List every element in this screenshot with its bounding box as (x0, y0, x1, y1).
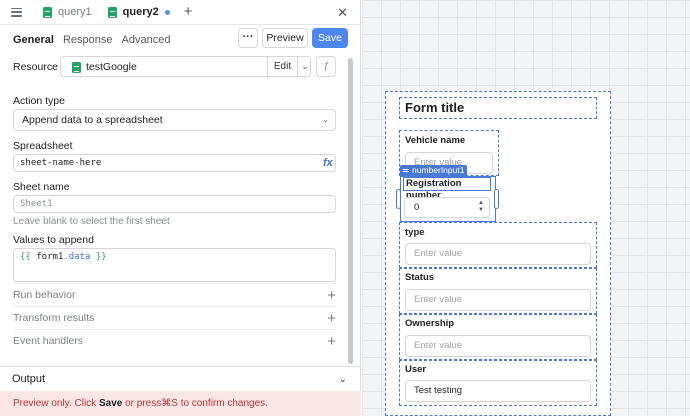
status-input[interactable]: Enter value (405, 289, 591, 311)
google-sheets-icon (43, 6, 52, 18)
google-sheets-icon (107, 6, 117, 18)
section-run-behavior[interactable]: Run behavior + (13, 283, 336, 306)
plus-icon: + (327, 309, 336, 327)
spreadsheet-input[interactable]: sheet-name-here (13, 154, 336, 172)
preview-button[interactable]: Preview (262, 28, 308, 48)
values-input[interactable]: {{ form1.data }} (13, 248, 336, 282)
unsaved-dot-icon (164, 9, 170, 15)
add-tab-icon[interactable]: + (184, 0, 193, 24)
fx-icon[interactable]: fx (323, 157, 333, 169)
user-input[interactable]: Test testing (405, 380, 591, 402)
sheet-name-input[interactable]: Sheet1 (13, 195, 336, 213)
action-type-value: Append data to a spreadsheet (22, 114, 163, 126)
google-sheets-icon (72, 62, 81, 73)
tab-advanced[interactable]: Advanced (122, 34, 171, 46)
action-type-select[interactable]: Append data to a spreadsheet ⌄ (13, 109, 336, 131)
numberinput-tag: numberInput1 (400, 165, 468, 176)
query-editor-panel: query1 query2 + ✕ General Response Advan… (0, 0, 361, 416)
close-icon[interactable]: ✕ (337, 5, 348, 21)
tab-query1[interactable]: query1 (37, 0, 98, 24)
action-type-label: Action type (13, 95, 65, 107)
resize-handle-right[interactable] (494, 189, 499, 209)
more-options-button[interactable]: ··· (238, 28, 258, 48)
form-title: Form title (405, 100, 465, 115)
ownership-widget[interactable]: Ownership Enter value (399, 314, 597, 360)
user-widget[interactable]: User Test testing (399, 360, 597, 406)
tab-query2[interactable]: query2 (102, 0, 176, 24)
type-input[interactable]: Enter value (405, 243, 591, 265)
section-transform-results[interactable]: Transform results + (13, 306, 336, 329)
ownership-input[interactable]: Enter value (405, 335, 591, 357)
output-panel-header[interactable]: Output ⌄ (0, 366, 361, 391)
form-title-widget[interactable]: Form title (399, 97, 597, 119)
plus-icon: + (327, 332, 336, 350)
section-event-handlers[interactable]: Event handlers + (13, 329, 336, 352)
save-button[interactable]: Save (312, 28, 348, 48)
type-widget[interactable]: type Enter value (399, 222, 597, 268)
resize-handle-left[interactable] (396, 189, 401, 209)
values-label: Values to append (13, 234, 94, 246)
preview-notice: Preview only. Click Save or press⌘S to c… (0, 391, 361, 416)
status-widget[interactable]: Status Enter value (399, 268, 597, 314)
tab-response[interactable]: Response (63, 34, 113, 46)
sheet-name-hint: Leave blank to select the first sheet (13, 216, 170, 227)
resource-selector[interactable]: testGoogle Edit ⌄ (60, 56, 311, 77)
resource-fx-button[interactable]: ƒ (316, 56, 336, 77)
edit-resource-button[interactable]: Edit (267, 57, 297, 76)
scrollbar[interactable] (348, 58, 353, 364)
output-label: Output (12, 373, 46, 385)
plus-icon: + (327, 286, 336, 304)
tab-label: query1 (58, 6, 92, 18)
spreadsheet-label: Spreadsheet (13, 140, 73, 152)
chevron-down-icon: ⌄ (322, 115, 329, 124)
list-icon[interactable] (10, 6, 23, 19)
resource-label: Resource (13, 61, 58, 73)
stepper-icon[interactable]: ▲ ▼ (478, 200, 484, 214)
tab-general[interactable]: General (13, 34, 54, 46)
tab-label: query2 (122, 6, 159, 18)
sheet-name-label: Sheet name (13, 181, 70, 193)
chevron-down-icon: ⌄ (338, 373, 347, 385)
registration-number-input[interactable]: 0 ▲ ▼ (404, 197, 490, 218)
resource-name: testGoogle (86, 61, 137, 73)
query-tab-bar: query1 query2 + (0, 0, 361, 24)
chevron-down-icon[interactable]: ⌄ (297, 57, 312, 76)
registration-number-label: Registration number (403, 177, 491, 201)
